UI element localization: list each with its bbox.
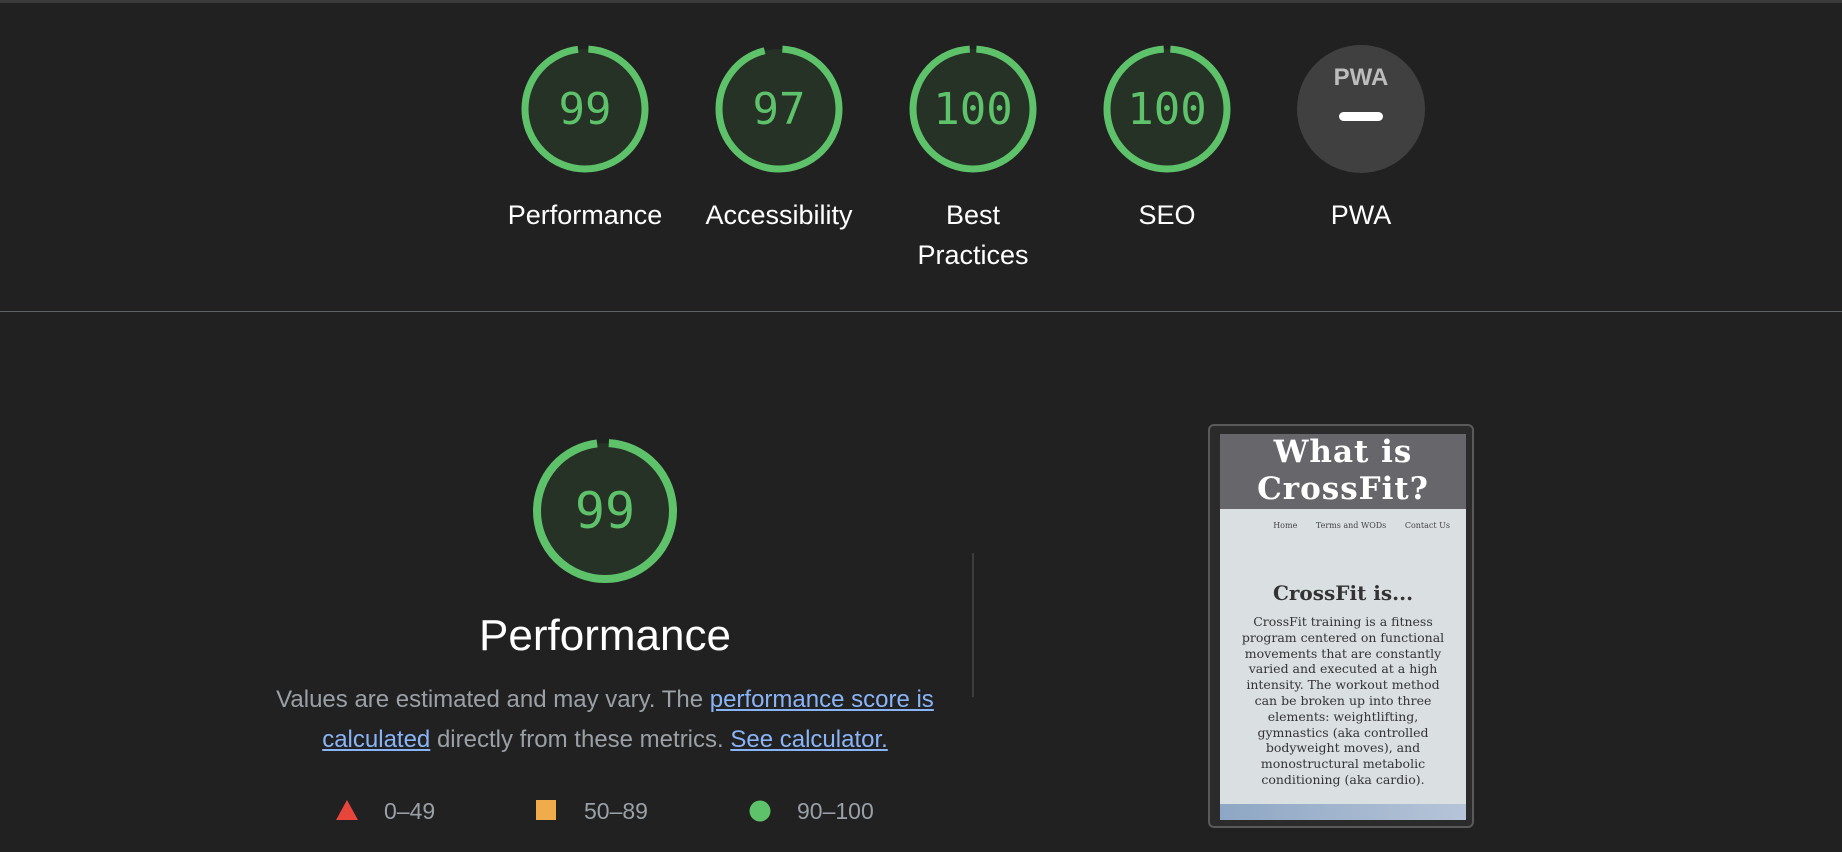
best-practices-gauge-icon: 100 [909, 45, 1037, 173]
final-screenshot[interactable]: What is CrossFit? Home Terms and WODs Co… [1208, 424, 1474, 828]
hero-line-1: What is [1273, 434, 1413, 470]
screenshot-nav: Home Terms and WODs Contact Us [1257, 521, 1450, 530]
pwa-badge-icon: PWA [1297, 45, 1425, 173]
gauge-score: 97 [753, 84, 806, 135]
pwa-dash [1339, 112, 1383, 121]
gauge-score: 100 [933, 84, 1012, 135]
description-text: Values are estimated and may vary. The [276, 686, 710, 713]
gauge-label: SEO [1138, 200, 1196, 230]
hero-line-2: CrossFit? [1257, 471, 1429, 507]
gauge-label: PWA [1330, 200, 1392, 230]
screenshot-hero: What is CrossFit? [1220, 434, 1466, 509]
legend-average-label: 50–89 [584, 798, 648, 824]
nav-contact: Contact Us [1404, 521, 1450, 530]
gauge-score: 99 [559, 84, 612, 135]
gauge-label: Performance [507, 200, 663, 230]
orange-square-icon [536, 800, 556, 820]
screenshot-body: CrossFit training is a fitness program c… [1241, 614, 1445, 787]
description-text-2: directly from these metrics. [430, 726, 731, 753]
performance-detail-gauge: 99 [530, 436, 680, 586]
performance-score: 99 [575, 482, 635, 540]
performance-title: Performance [479, 611, 731, 660]
gauge-best-practices[interactable]: 100 Best Practices [883, 43, 1063, 275]
gauge-seo[interactable]: 100 SEO [1077, 43, 1257, 235]
gauge-score: 100 [1127, 84, 1206, 135]
performance-gauge-icon: 99 [521, 45, 649, 173]
vertical-separator [972, 553, 974, 697]
see-calculator-link[interactable]: See calculator. [730, 726, 887, 753]
legend-pass: 90–100 [749, 796, 899, 826]
accessibility-gauge-icon: 97 [715, 45, 843, 173]
pwa-logo-text: PWA [1334, 64, 1389, 91]
gauge-pwa[interactable]: PWA PWA [1271, 43, 1451, 235]
nav-terms: Terms and WODs [1315, 521, 1387, 530]
legend-pass-label: 90–100 [797, 798, 874, 824]
screenshot-image: What is CrossFit? Home Terms and WODs Co… [1220, 434, 1466, 820]
screenshot-bottom-strip [1220, 804, 1466, 820]
red-triangle-icon [336, 800, 358, 820]
green-circle-icon [749, 800, 771, 822]
legend-average: 50–89 [536, 796, 666, 826]
performance-score-gauge-icon: 99 [533, 439, 677, 583]
seo-gauge-icon: 100 [1103, 45, 1231, 173]
section-divider [0, 311, 1842, 312]
screenshot-heading: CrossFit is... [1272, 581, 1414, 605]
gauge-label: Accessibility [705, 200, 853, 230]
performance-description: Values are estimated and may vary. The p… [270, 680, 940, 760]
legend-fail-label: 0–49 [384, 798, 436, 824]
category-summary: 99 Performance 97 Accessibility 100 Best… [0, 3, 1842, 313]
nav-home: Home [1273, 521, 1298, 530]
legend-fail: 0–49 [336, 796, 466, 826]
gauge-accessibility[interactable]: 97 Accessibility [689, 43, 869, 235]
gauge-performance[interactable]: 99 Performance [495, 43, 675, 235]
gauge-label: Best Practices [917, 200, 1029, 270]
